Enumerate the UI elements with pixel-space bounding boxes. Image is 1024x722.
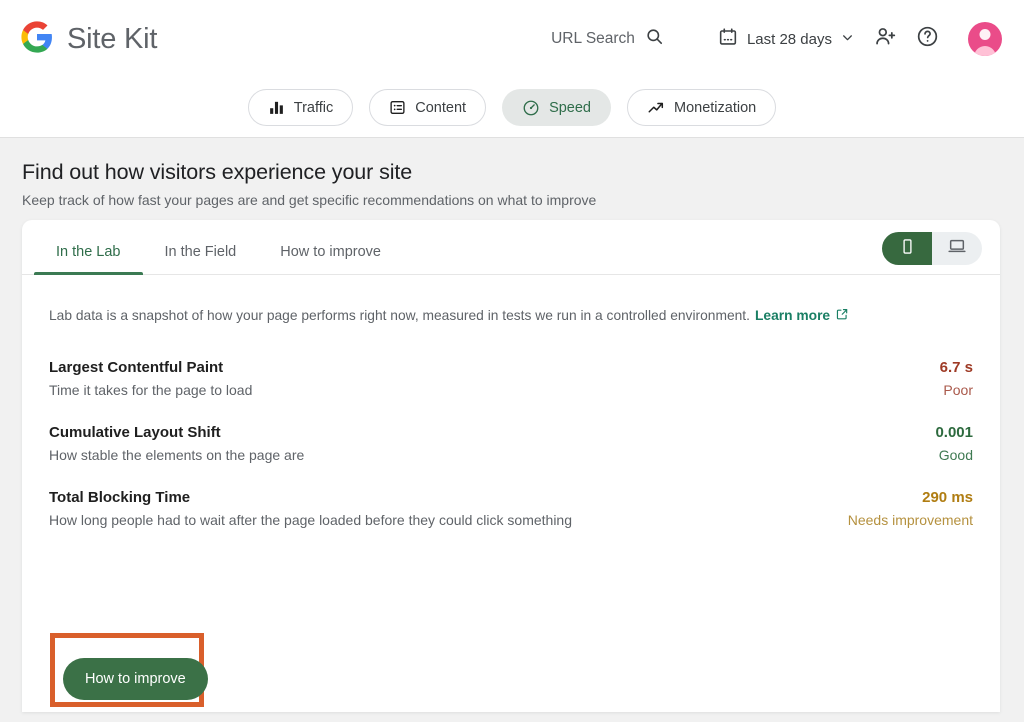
metric-status: Needs improvement [847, 512, 973, 528]
chevron-down-icon [841, 31, 854, 48]
tab-label: How to improve [280, 244, 381, 260]
date-range-selector[interactable]: Last 28 days [708, 21, 864, 57]
page-title: Find out how visitors experience your si… [22, 160, 413, 184]
tab-label: In the Field [164, 244, 237, 260]
nav-tab-label: Traffic [293, 99, 334, 116]
laptop-icon [947, 236, 967, 261]
metric-result: 0.001 Good [935, 424, 973, 463]
app-root: Site Kit URL Search Last 28 days Traffic… [0, 0, 1024, 722]
calendar-icon [718, 27, 738, 51]
metric-value: 0.001 [935, 424, 973, 441]
metric-row: Cumulative Layout Shift How stable the e… [49, 411, 973, 476]
nav-tab-content[interactable]: Content [369, 89, 487, 126]
nav-tab-label: Monetization [674, 99, 757, 116]
metric-description: How long people had to wait after the pa… [49, 512, 573, 528]
learn-more-link[interactable]: Learn more [755, 307, 849, 324]
help-circle-icon [916, 25, 939, 53]
app-header: Site Kit URL Search Last 28 days [0, 0, 1024, 78]
trending-up-icon [647, 99, 665, 117]
metric-status: Poor [943, 382, 973, 398]
brand-title: Site Kit [67, 22, 158, 55]
metric-info: Largest Contentful Paint Time it takes f… [49, 359, 252, 398]
metric-description: How stable the elements on the page are [49, 447, 305, 463]
mobile-phone-icon [899, 238, 916, 260]
bar-chart-icon [268, 99, 285, 116]
metric-value: 6.7 s [939, 359, 973, 376]
metric-status: Good [938, 447, 973, 463]
help-button[interactable] [906, 18, 948, 60]
cta-area: How to improve [50, 633, 208, 707]
metric-description: Time it takes for the page to load [49, 382, 253, 398]
device-toggle [882, 232, 982, 265]
url-search-button[interactable]: URL Search [541, 21, 674, 57]
date-range-label: Last 28 days [746, 30, 832, 48]
tab-how-to-improve[interactable]: How to improve [258, 244, 403, 274]
metric-result: 290 ms Needs improvement [848, 489, 973, 528]
brand-logo[interactable]: Site Kit [20, 20, 157, 59]
nav-tab-monetization[interactable]: Monetization [627, 89, 777, 126]
card-tab-bar: In the Lab In the Field How to improve [22, 220, 1000, 275]
metric-info: Cumulative Layout Shift How stable the e… [49, 424, 304, 463]
tab-in-the-field[interactable]: In the Field [143, 244, 259, 274]
tab-label: In the Lab [56, 244, 121, 260]
metric-title: Cumulative Layout Shift [49, 424, 221, 441]
google-g-icon [20, 20, 54, 59]
lab-data-note: Lab data is a snapshot of how your page … [22, 275, 1000, 324]
avatar-head [979, 29, 991, 40]
metric-title: Total Blocking Time [49, 489, 191, 506]
add-user-button[interactable] [864, 18, 906, 60]
metric-value: 290 ms [922, 489, 973, 506]
metric-row: Total Blocking Time How long people had … [49, 476, 973, 541]
avatar[interactable] [968, 22, 1002, 56]
nav-tab-traffic[interactable]: Traffic [247, 89, 354, 126]
nav-tab-label: Content [415, 99, 467, 116]
page-heading-block: Find out how visitors experience your si… [0, 138, 1024, 208]
list-box-icon [389, 99, 406, 116]
metric-result: 6.7 s Poor [940, 359, 973, 398]
url-search-label: URL Search [551, 30, 635, 47]
nav-tab-label: Speed [549, 99, 591, 116]
how-to-improve-button[interactable]: How to improve [63, 658, 208, 700]
page-subtitle: Keep track of how fast your pages are an… [22, 192, 597, 208]
person-add-icon [874, 25, 897, 53]
device-toggle-mobile[interactable] [882, 232, 932, 265]
lab-note-text: Lab data is a snapshot of how your page … [49, 308, 750, 323]
header-actions: URL Search Last 28 days [541, 18, 1002, 60]
learn-more-label: Learn more [754, 308, 831, 323]
avatar-body [974, 46, 996, 56]
metric-title: Largest Contentful Paint [49, 359, 224, 376]
speed-card: In the Lab In the Field How to improve L… [22, 220, 1000, 712]
device-toggle-desktop[interactable] [932, 232, 982, 265]
search-icon [645, 27, 664, 51]
tab-in-the-lab[interactable]: In the Lab [34, 244, 143, 275]
external-link-icon [835, 307, 849, 324]
section-nav: Traffic Content Speed Monetization [0, 78, 1024, 138]
metric-info: Total Blocking Time How long people had … [49, 489, 572, 528]
speedometer-icon [522, 99, 540, 117]
metric-row: Largest Contentful Paint Time it takes f… [49, 346, 973, 411]
metrics-list: Largest Contentful Paint Time it takes f… [22, 324, 1000, 541]
nav-tab-speed[interactable]: Speed [502, 89, 611, 126]
